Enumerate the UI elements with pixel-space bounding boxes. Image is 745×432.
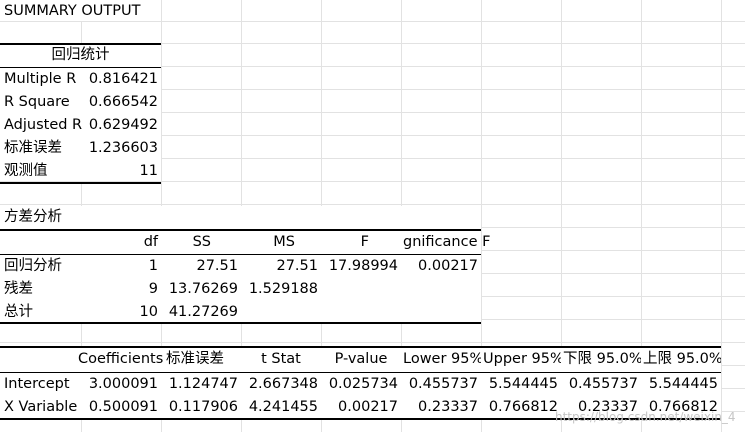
- anova-cell: 13.76269: [168, 281, 238, 297]
- spreadsheet-grid: SUMMARY OUTPUT 回归统计 Multiple R 0.816421 …: [0, 0, 745, 432]
- coef-cell: 0.766812: [488, 399, 558, 415]
- coef-cell: 0.00217: [338, 399, 398, 415]
- summary-title: SUMMARY OUTPUT: [4, 3, 141, 19]
- coef-cell: 1.124747: [168, 376, 238, 392]
- coef-header: t Stat: [261, 351, 301, 367]
- anova-header: SS: [192, 234, 211, 250]
- anova-cell: [401, 301, 481, 324]
- coef-cell: 0.025734: [328, 376, 398, 392]
- stat-value: 0.816421: [88, 71, 158, 87]
- stat-value: 0.666542: [88, 94, 158, 110]
- coef-cell: 5.544445: [488, 376, 558, 392]
- anova-header: df: [143, 234, 158, 250]
- anova-cell: 9: [148, 281, 158, 297]
- anova-cell: [401, 278, 481, 301]
- anova-cell: 1: [148, 258, 158, 274]
- stat-value: 11: [139, 163, 158, 179]
- watermark: https://blog.csdn.net/weixin_4: [555, 410, 736, 424]
- coef-cell: 2.667348: [248, 376, 318, 392]
- anova-header: gnificance F: [403, 234, 491, 250]
- anova-cell: 10: [139, 304, 158, 320]
- coef-cell: 0.455737: [408, 376, 478, 392]
- coef-row-label: Intercept: [4, 376, 70, 392]
- anova-cell: 0.00217: [418, 258, 478, 274]
- coef-header: 标准误差: [166, 351, 224, 367]
- anova-cell: 27.51: [276, 258, 318, 274]
- coef-cell: 0.500091: [88, 399, 158, 415]
- coef-cell: 0.23337: [418, 399, 478, 415]
- anova-cell: 27.51: [196, 258, 238, 274]
- stat-label: 观测值: [4, 163, 48, 179]
- anova-row-label: 回归分析: [4, 258, 62, 274]
- coef-header: Lower 95%: [403, 351, 481, 367]
- stat-label: Adjusted R: [4, 117, 83, 133]
- coef-header: 下限 95.0%: [563, 351, 641, 367]
- anova-cell: [321, 301, 401, 324]
- coef-cell: 4.241455: [248, 399, 318, 415]
- gridline: [0, 342, 745, 343]
- gridline: [721, 0, 722, 432]
- coef-header: Coefficients: [78, 351, 164, 367]
- regression-stats-header: 回归统计: [51, 47, 110, 63]
- coef-header: 上限 95.0%: [643, 351, 721, 367]
- anova-cell: 41.27269: [168, 304, 238, 320]
- stat-label: R Square: [4, 94, 70, 110]
- coef-cell: 0.117906: [168, 399, 238, 415]
- anova-cell: [321, 278, 401, 301]
- stat-value: 0.629492: [88, 117, 158, 133]
- table-border: [0, 182, 161, 184]
- coef-cell: 5.544445: [648, 376, 718, 392]
- anova-header: F: [360, 234, 369, 250]
- coef-header: P-value: [334, 351, 388, 367]
- stat-label: 标准误差: [4, 140, 62, 156]
- anova-cell: [241, 301, 321, 324]
- coef-cell: 3.000091: [88, 376, 158, 392]
- anova-cell: 17.98994: [328, 258, 398, 274]
- anova-row-label: 残差: [4, 281, 33, 297]
- anova-header: MS: [273, 234, 295, 250]
- anova-row-label: 总计: [4, 304, 33, 320]
- coef-row-label: X Variable: [4, 399, 78, 415]
- anova-cell: 1.529188: [248, 281, 318, 297]
- coef-cell: 0.455737: [568, 376, 638, 392]
- gridline: [0, 204, 745, 205]
- table-border: [0, 322, 481, 324]
- coef-header: Upper 95%: [483, 351, 561, 367]
- stat-label: Multiple R: [4, 71, 77, 87]
- stat-value: 1.236603: [88, 140, 158, 156]
- anova-title: 方差分析: [4, 209, 62, 225]
